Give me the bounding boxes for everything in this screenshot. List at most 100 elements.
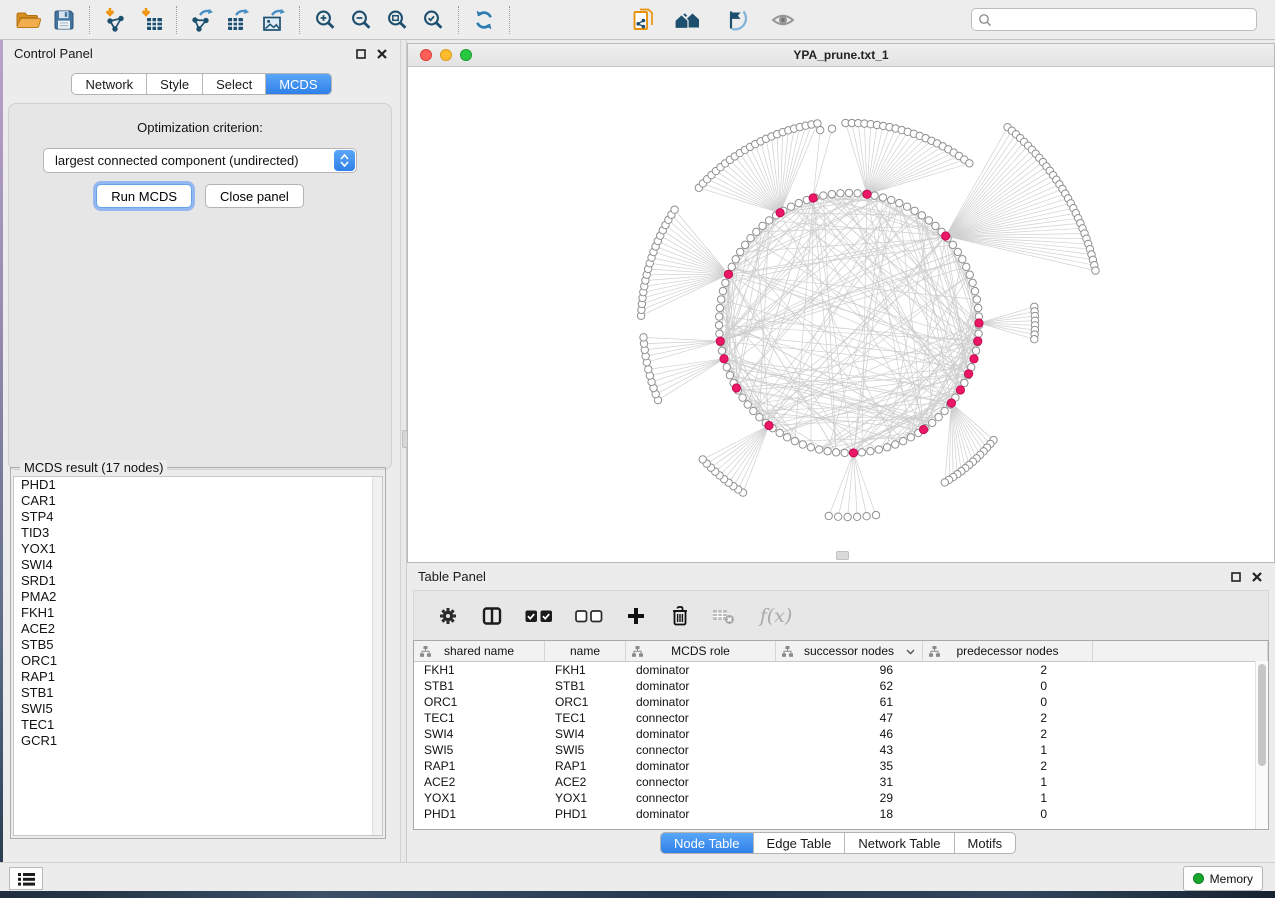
table-row[interactable]: PHD1PHD1dominator180 (414, 806, 1268, 822)
node[interactable] (1092, 267, 1099, 274)
run-mcds-button[interactable]: Run MCDS (96, 184, 192, 208)
table-row[interactable]: YOX1YOX1connector291 (414, 790, 1268, 806)
node[interactable] (815, 446, 822, 453)
import-table-icon[interactable] (133, 4, 169, 36)
save-session-icon[interactable] (46, 4, 82, 36)
node[interactable] (863, 513, 870, 520)
node[interactable] (828, 125, 835, 132)
table-row[interactable]: TEC1TEC1connector472 (414, 710, 1268, 726)
node[interactable] (941, 407, 948, 414)
node[interactable] (949, 241, 956, 248)
table-row[interactable]: STB1STB1dominator620 (414, 678, 1268, 694)
node[interactable] (971, 287, 978, 294)
close-panel-icon[interactable] (1250, 570, 1263, 583)
node[interactable] (969, 279, 976, 286)
mcds-node-item[interactable]: TEC1 (14, 717, 382, 733)
search-box[interactable] (971, 8, 1257, 31)
table-row[interactable]: SWI5SWI5connector431 (414, 742, 1268, 758)
node[interactable] (715, 321, 722, 328)
column-header-successor-nodes[interactable]: successor nodes (776, 641, 923, 661)
close-panel-button[interactable]: Close panel (205, 184, 304, 208)
mcds-result-list[interactable]: PHD1CAR1STP4TID3YOX1SWI4SRD1PMA2FKH1ACE2… (13, 476, 383, 836)
node[interactable] (941, 479, 948, 486)
float-panel-icon[interactable] (354, 47, 367, 60)
dominator-node[interactable] (724, 270, 732, 278)
node[interactable] (825, 512, 832, 519)
node[interactable] (726, 372, 733, 379)
satellite-nodes[interactable] (637, 119, 1099, 520)
node[interactable] (918, 212, 925, 219)
table-row[interactable]: FKH1FKH1dominator962 (414, 662, 1268, 678)
node[interactable] (837, 190, 844, 197)
node[interactable] (867, 448, 874, 455)
node[interactable] (972, 347, 979, 354)
node[interactable] (966, 271, 973, 278)
column-header-predecessor-nodes[interactable]: predecessor nodes (923, 641, 1093, 661)
tab-node-table[interactable]: Node Table (661, 833, 754, 853)
node[interactable] (715, 313, 722, 320)
table-row[interactable]: RAP1RAP1dominator352 (414, 758, 1268, 774)
node[interactable] (741, 241, 748, 248)
node[interactable] (719, 287, 726, 294)
node[interactable] (959, 256, 966, 263)
mcds-node-item[interactable]: ORC1 (14, 653, 382, 669)
dominator-node[interactable] (956, 386, 964, 394)
node[interactable] (932, 222, 939, 229)
node[interactable] (739, 394, 746, 401)
node[interactable] (834, 513, 841, 520)
node[interactable] (903, 203, 910, 210)
refresh-icon[interactable] (466, 4, 502, 36)
node[interactable] (750, 407, 757, 414)
node[interactable] (756, 413, 763, 420)
node[interactable] (854, 190, 861, 197)
mcds-node-item[interactable]: SWI5 (14, 701, 382, 717)
node[interactable] (828, 190, 835, 197)
export-network-icon[interactable] (184, 4, 220, 36)
tab-edge-table[interactable]: Edge Table (754, 833, 846, 853)
select-all-checked-icon[interactable] (522, 602, 556, 630)
node[interactable] (671, 206, 678, 213)
node[interactable] (853, 513, 860, 520)
settings-gear-icon[interactable] (434, 602, 462, 630)
node[interactable] (963, 263, 970, 270)
float-panel-icon[interactable] (1229, 570, 1242, 583)
dominator-node[interactable] (974, 337, 982, 345)
mcds-node-item[interactable]: YOX1 (14, 541, 382, 557)
node[interactable] (783, 434, 790, 441)
node[interactable] (645, 366, 652, 373)
node[interactable] (888, 196, 895, 203)
node[interactable] (640, 334, 647, 341)
mcds-node-item[interactable]: STP4 (14, 509, 382, 525)
node[interactable] (974, 304, 981, 311)
node[interactable] (744, 401, 751, 408)
dominator-node[interactable] (716, 337, 724, 345)
tab-mcds[interactable]: MCDS (266, 74, 330, 94)
node[interactable] (844, 513, 851, 520)
node[interactable] (732, 256, 739, 263)
panel-splitter-vertical[interactable] (400, 40, 407, 862)
tab-network-table[interactable]: Network Table (845, 833, 954, 853)
dominator-node[interactable] (919, 425, 927, 433)
mcds-node-item[interactable]: STB5 (14, 637, 382, 653)
mcds-list-scrollbar[interactable] (372, 477, 382, 835)
node[interactable] (973, 296, 980, 303)
dominator-node[interactable] (720, 355, 728, 363)
node[interactable] (820, 192, 827, 199)
dominator-node[interactable] (776, 209, 784, 217)
mcds-node-item[interactable]: TID3 (14, 525, 382, 541)
dominator-node[interactable] (863, 190, 871, 198)
node[interactable] (816, 126, 823, 133)
tab-style[interactable]: Style (147, 74, 203, 94)
node[interactable] (759, 222, 766, 229)
node[interactable] (935, 413, 942, 420)
dominator-node[interactable] (965, 370, 973, 378)
node[interactable] (718, 347, 725, 354)
node[interactable] (753, 228, 760, 235)
dominator-node[interactable] (970, 355, 978, 363)
node[interactable] (911, 207, 918, 214)
mcds-node-item[interactable]: RAP1 (14, 669, 382, 685)
node[interactable] (928, 419, 935, 426)
network-graph[interactable] (408, 66, 1274, 562)
node[interactable] (832, 449, 839, 456)
close-panel-icon[interactable] (375, 47, 388, 60)
